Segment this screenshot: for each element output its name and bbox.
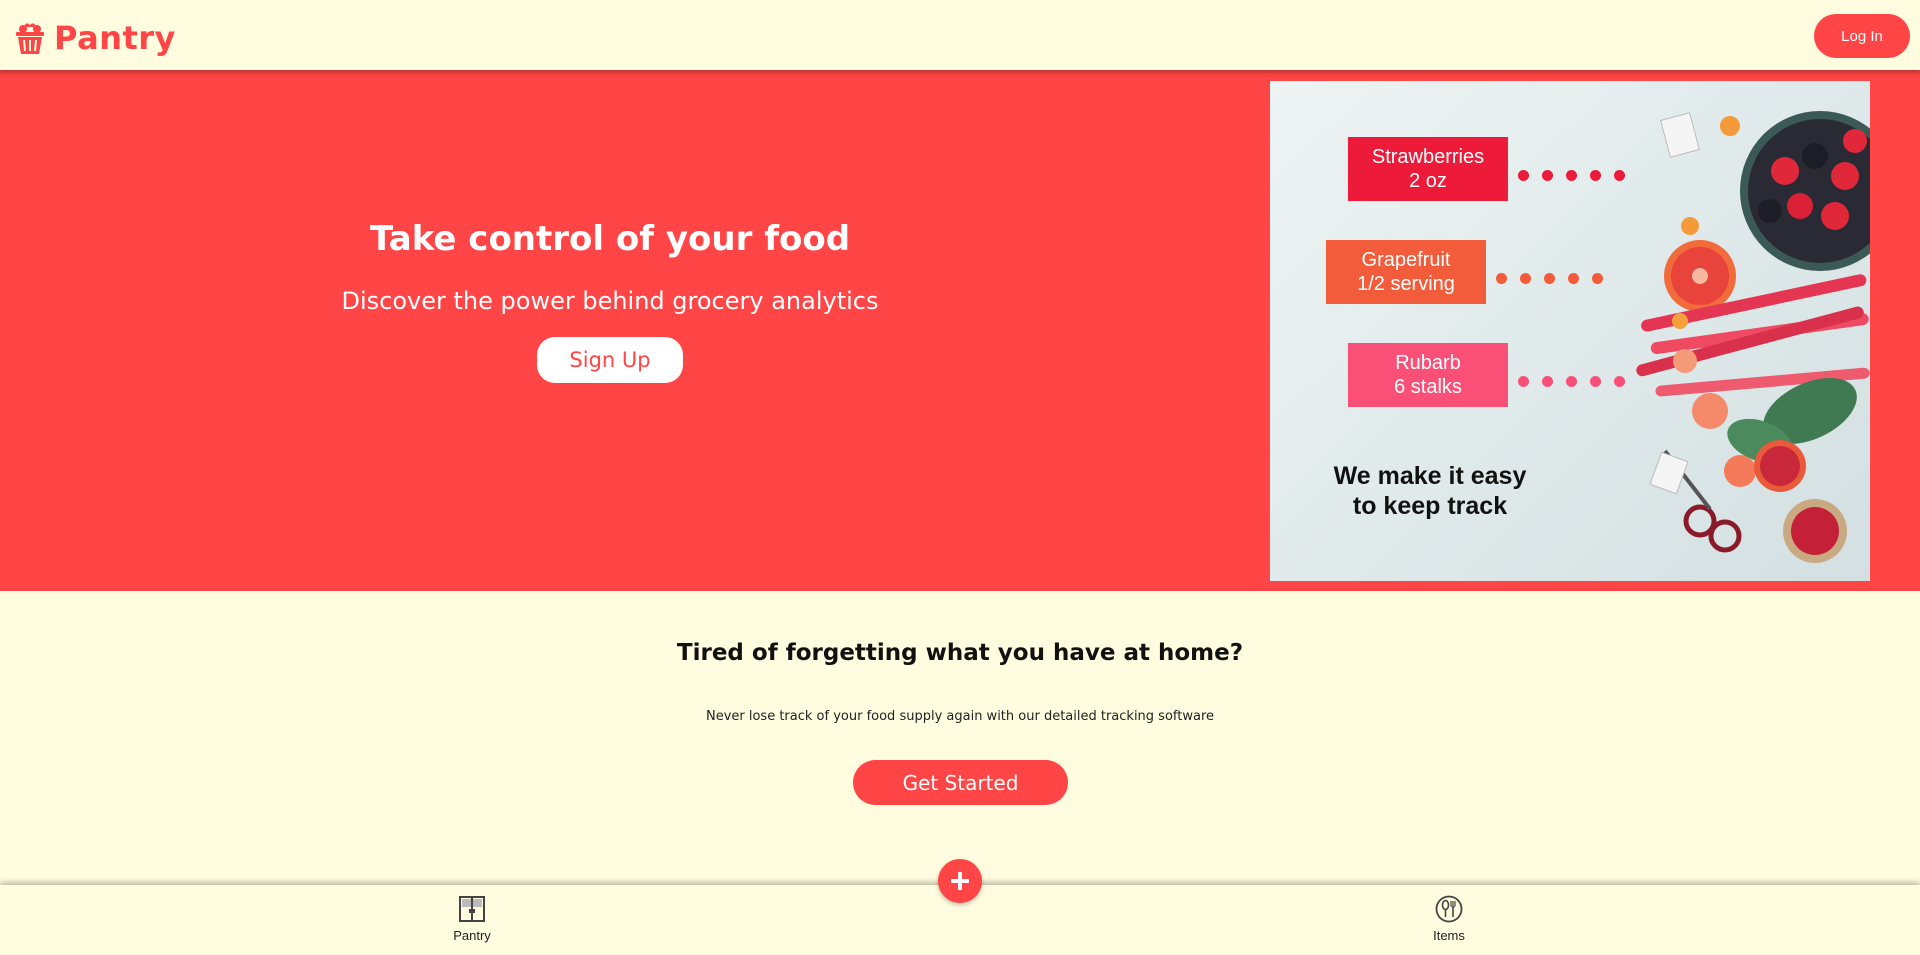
nav-label-pantry: Pantry bbox=[453, 928, 491, 943]
plus-icon bbox=[951, 872, 969, 890]
tagline-line-1: We make it easy bbox=[1333, 462, 1527, 490]
login-button[interactable]: Log In bbox=[1814, 14, 1910, 58]
hero-banner: Take control of your food Discover the p… bbox=[0, 70, 1920, 591]
connector-dot bbox=[1520, 273, 1531, 284]
top-header: Pantry Log In bbox=[0, 0, 1920, 70]
hero-text-block: Take control of your food Discover the p… bbox=[0, 70, 1220, 591]
connector-dot bbox=[1568, 273, 1579, 284]
section-title: Tired of forgetting what you have at hom… bbox=[676, 640, 1244, 666]
brand-logo[interactable]: Pantry bbox=[14, 18, 176, 58]
hero-tracking-image: Strawberries 2 oz Grapefruit 1/2 serving… bbox=[1270, 81, 1870, 581]
connector-dot bbox=[1566, 376, 1577, 387]
connector-dot bbox=[1590, 376, 1601, 387]
signup-button[interactable]: Sign Up bbox=[537, 336, 683, 383]
connector-dot bbox=[1544, 273, 1555, 284]
connector-dot bbox=[1566, 170, 1577, 181]
connector-dot bbox=[1614, 376, 1625, 387]
brand-name: Pantry bbox=[54, 19, 176, 57]
nav-item-pantry[interactable]: Pantry bbox=[422, 895, 522, 943]
tag-grapefruit: Grapefruit 1/2 serving bbox=[1326, 240, 1486, 304]
utensils-icon bbox=[1435, 895, 1463, 923]
tag-item-name: Rubarb bbox=[1395, 352, 1461, 374]
tag-strawberries: Strawberries 2 oz bbox=[1348, 137, 1508, 201]
tag-item-amount: 6 stalks bbox=[1394, 376, 1462, 398]
pantry-cabinet-icon bbox=[459, 896, 485, 922]
hero-subtitle: Discover the power behind grocery analyt… bbox=[341, 286, 879, 315]
add-item-button[interactable] bbox=[938, 859, 982, 903]
tag-rubarb: Rubarb 6 stalks bbox=[1348, 343, 1508, 407]
nav-item-items[interactable]: Items bbox=[1399, 895, 1499, 943]
tagline-line-2: to keep track bbox=[1352, 492, 1508, 520]
connector-dot bbox=[1542, 376, 1553, 387]
get-started-button[interactable]: Get Started bbox=[853, 760, 1068, 805]
connector-dot bbox=[1614, 170, 1625, 181]
tag-item-name: Grapefruit bbox=[1361, 249, 1451, 271]
connector-dot bbox=[1496, 273, 1507, 284]
connector-dot bbox=[1592, 273, 1603, 284]
nav-label-items: Items bbox=[1433, 928, 1465, 943]
tag-item-name: Strawberries bbox=[1371, 146, 1485, 168]
tag-item-amount: 2 oz bbox=[1409, 170, 1447, 192]
tracking-tagline: We make it easy to keep track bbox=[1310, 461, 1550, 521]
basket-icon bbox=[16, 23, 44, 54]
connector-dot bbox=[1542, 170, 1553, 181]
connector-dot bbox=[1590, 170, 1601, 181]
connector-dot bbox=[1518, 376, 1529, 387]
tag-item-amount: 1/2 serving bbox=[1357, 273, 1455, 295]
hero-title: Take control of your food bbox=[369, 218, 851, 259]
connector-dot bbox=[1518, 170, 1529, 181]
section-subtitle: Never lose track of your food supply aga… bbox=[705, 709, 1215, 724]
